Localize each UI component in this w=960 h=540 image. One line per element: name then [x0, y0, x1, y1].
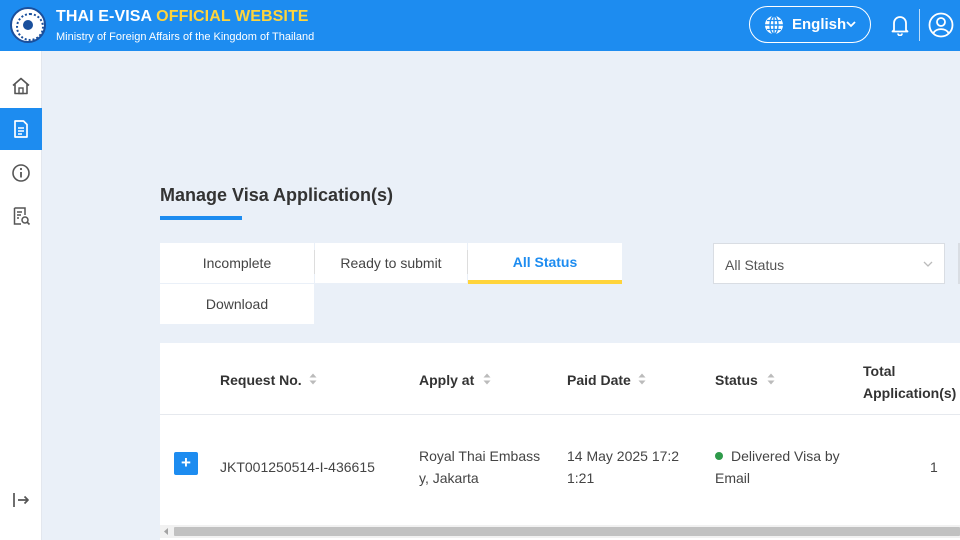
user-account-icon[interactable]	[928, 12, 954, 38]
paid-date-cell: 14 May 2025 17:21:21	[567, 448, 680, 486]
column-header-paid-date[interactable]: Paid Date	[567, 372, 631, 388]
site-title[interactable]: THAI E-VISA OFFICIAL WEBSITE	[56, 8, 309, 26]
status-filter-select[interactable]: All Status	[713, 243, 945, 284]
sidebar-item-applications[interactable]	[0, 108, 42, 150]
tab-all-status[interactable]: All Status	[468, 243, 622, 284]
sidebar-item-info[interactable]	[0, 152, 42, 194]
home-icon	[12, 77, 30, 95]
sort-icon[interactable]	[483, 373, 491, 385]
table-header: Request No. Apply at Paid Date Status To…	[160, 343, 960, 415]
column-header-request-no[interactable]: Request No.	[220, 372, 302, 388]
chevron-down-icon	[846, 21, 856, 28]
document-icon	[14, 120, 28, 138]
status-indicator-dot	[715, 452, 723, 460]
page-title-underline	[160, 216, 242, 220]
scroll-left-icon[interactable]	[163, 528, 169, 535]
sort-icon[interactable]	[638, 373, 646, 385]
sidebar	[0, 51, 42, 540]
column-header-apply-at[interactable]: Apply at	[419, 372, 474, 388]
status-filter-value: All Status	[725, 257, 785, 273]
top-header: THAI E-VISA OFFICIAL WEBSITE Ministry of…	[0, 0, 960, 51]
applications-table: Request No. Apply at Paid Date Status To…	[160, 343, 960, 540]
site-title-main: THAI E-VISA	[56, 8, 152, 25]
language-label: English	[792, 16, 847, 33]
info-icon	[12, 164, 30, 182]
apply-at-cell: Royal Thai Embassy, Jakarta	[419, 448, 541, 486]
sort-icon[interactable]	[767, 373, 775, 385]
status-text: Delivered Visa by Email	[715, 448, 840, 486]
sidebar-item-logout[interactable]	[0, 479, 42, 521]
sidebar-item-home[interactable]	[0, 65, 42, 107]
total-applications-cell: 1	[930, 459, 938, 475]
page-title: Manage Visa Application(s)	[160, 185, 394, 205]
bell-icon[interactable]	[890, 14, 910, 36]
request-no-cell[interactable]: JKT001250514-I-436615	[220, 456, 375, 478]
tab-download[interactable]: Download	[160, 284, 314, 324]
language-selector-button[interactable]: English	[749, 6, 871, 43]
ministry-seal-logo[interactable]	[10, 7, 46, 43]
chevron-down-icon	[923, 261, 933, 267]
logout-icon	[13, 493, 29, 507]
sort-icon[interactable]	[309, 373, 317, 385]
site-subtitle: Ministry of Foreign Affairs of the Kingd…	[56, 31, 315, 43]
expand-row-button[interactable]: +	[174, 452, 198, 475]
horizontal-scrollbar[interactable]	[160, 525, 960, 538]
header-divider	[919, 9, 920, 41]
sidebar-item-receipts[interactable]	[0, 195, 42, 237]
column-header-total-applications[interactable]: Total Application(s)	[863, 360, 959, 404]
column-header-status[interactable]: Status	[715, 372, 758, 388]
receipt-search-icon	[13, 207, 31, 226]
tab-ready-to-submit[interactable]: Ready to submit	[315, 243, 467, 283]
globe-icon	[765, 15, 783, 35]
scrollbar-thumb[interactable]	[174, 527, 960, 536]
tab-incomplete[interactable]: Incomplete	[160, 243, 314, 283]
status-cell: Delivered Visa by Email	[715, 445, 840, 489]
site-title-accent: OFFICIAL WEBSITE	[156, 8, 309, 25]
